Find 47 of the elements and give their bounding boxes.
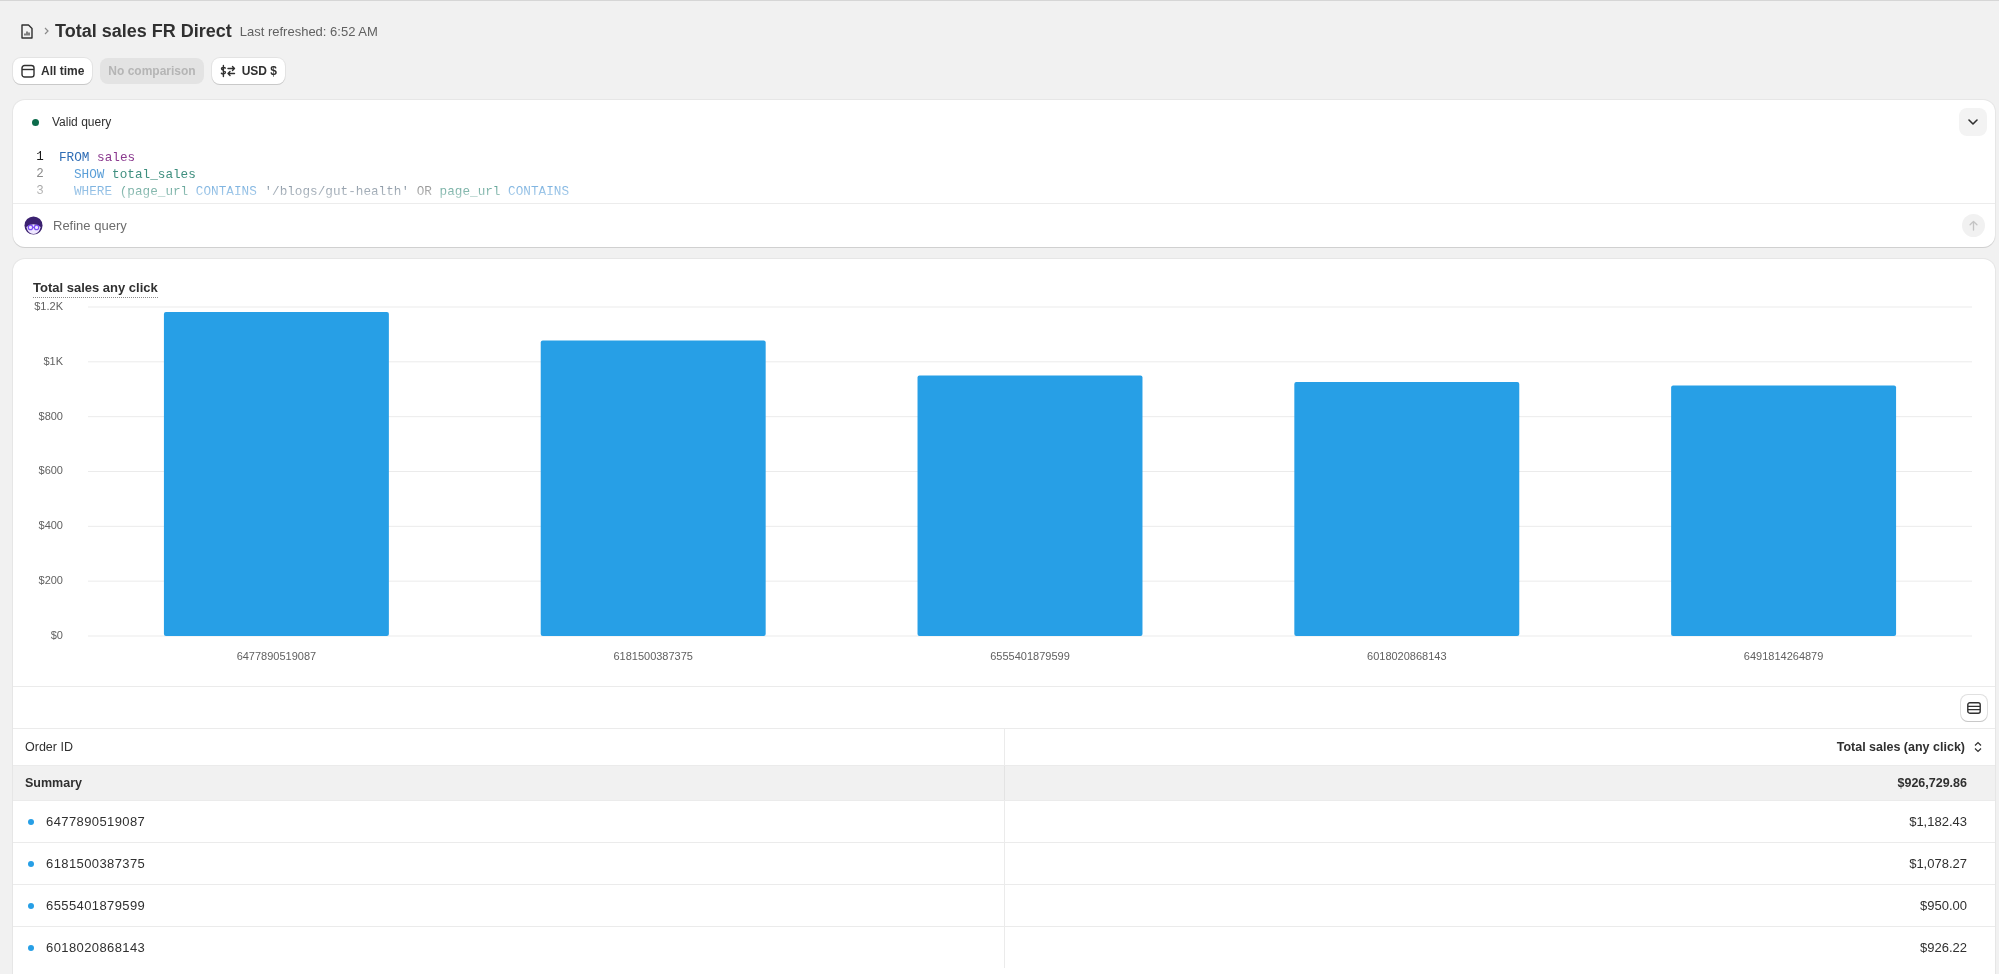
calendar-icon bbox=[21, 64, 35, 78]
currency-exchange-icon bbox=[219, 64, 236, 78]
chart-title: Total sales any click bbox=[33, 278, 158, 298]
glasses-avatar-icon bbox=[24, 216, 43, 235]
table-cell-text: $1,078.27 bbox=[1909, 854, 1967, 873]
date-filter-button[interactable]: All time bbox=[13, 58, 93, 84]
table-view-button[interactable] bbox=[1961, 694, 1987, 721]
y-axis-label: $800 bbox=[38, 409, 63, 422]
x-axis-label: 6491814264879 bbox=[1743, 649, 1824, 662]
table-cell-text: 6555401879599 bbox=[46, 896, 146, 915]
chevron-right-icon bbox=[44, 27, 49, 35]
summary-label: Summary bbox=[25, 774, 82, 792]
summary-value: $926,729.86 bbox=[1897, 774, 1967, 792]
y-axis-label: $1.2K bbox=[34, 299, 63, 312]
table-cell-text: 6181500387375 bbox=[46, 854, 146, 873]
y-axis-label: $600 bbox=[38, 464, 63, 477]
table-cell-text: 6018020868143 bbox=[46, 938, 146, 957]
table-cell-text: 6477890519087 bbox=[46, 812, 146, 831]
page-title: Total sales FR Direct bbox=[55, 20, 232, 42]
table-cell-text: $926.22 bbox=[1920, 938, 1967, 957]
y-axis-label: $0 bbox=[50, 628, 63, 641]
column-header: Order ID bbox=[25, 738, 73, 756]
code-line: SHOW total_sales bbox=[73, 166, 196, 184]
table-cell-text: $950.00 bbox=[1920, 896, 1967, 915]
table-cell-text: $1,182.43 bbox=[1909, 812, 1967, 831]
refine-query-field[interactable]: Refine query bbox=[53, 212, 1962, 239]
line-number: 1 bbox=[35, 149, 45, 167]
collapse-toggle-button[interactable] bbox=[1959, 108, 1987, 136]
code-line: WHERE (page_url CONTAINS '/blogs/gut-health' OR page_url CONTAINS bbox=[73, 183, 570, 201]
x-axis-label: 6181500387375 bbox=[613, 649, 693, 662]
y-axis-label: $1K bbox=[43, 354, 63, 367]
y-axis-label: $400 bbox=[38, 519, 63, 532]
y-axis-label: $200 bbox=[38, 574, 63, 587]
x-axis-label: 6477890519087 bbox=[236, 649, 317, 662]
line-number: 2 bbox=[35, 166, 45, 184]
column-header[interactable]: Total sales (any click) bbox=[1836, 737, 1965, 757]
currency-filter-button[interactable]: USD $ bbox=[211, 58, 286, 84]
x-axis-label: 6555401879599 bbox=[990, 649, 1070, 662]
chevron-down-icon bbox=[1968, 119, 1978, 125]
report-icon bbox=[21, 23, 33, 39]
query-status-text: Valid query bbox=[52, 114, 112, 131]
code-line: FROM sales bbox=[59, 149, 136, 167]
table-icon bbox=[1967, 701, 1981, 714]
last-refreshed-text: Last refreshed: 6:52 AM bbox=[239, 23, 378, 42]
arrow-up-icon bbox=[1969, 220, 1978, 231]
line-number: 3 bbox=[35, 183, 45, 201]
x-axis-label: 6018020868143 bbox=[1367, 649, 1447, 662]
